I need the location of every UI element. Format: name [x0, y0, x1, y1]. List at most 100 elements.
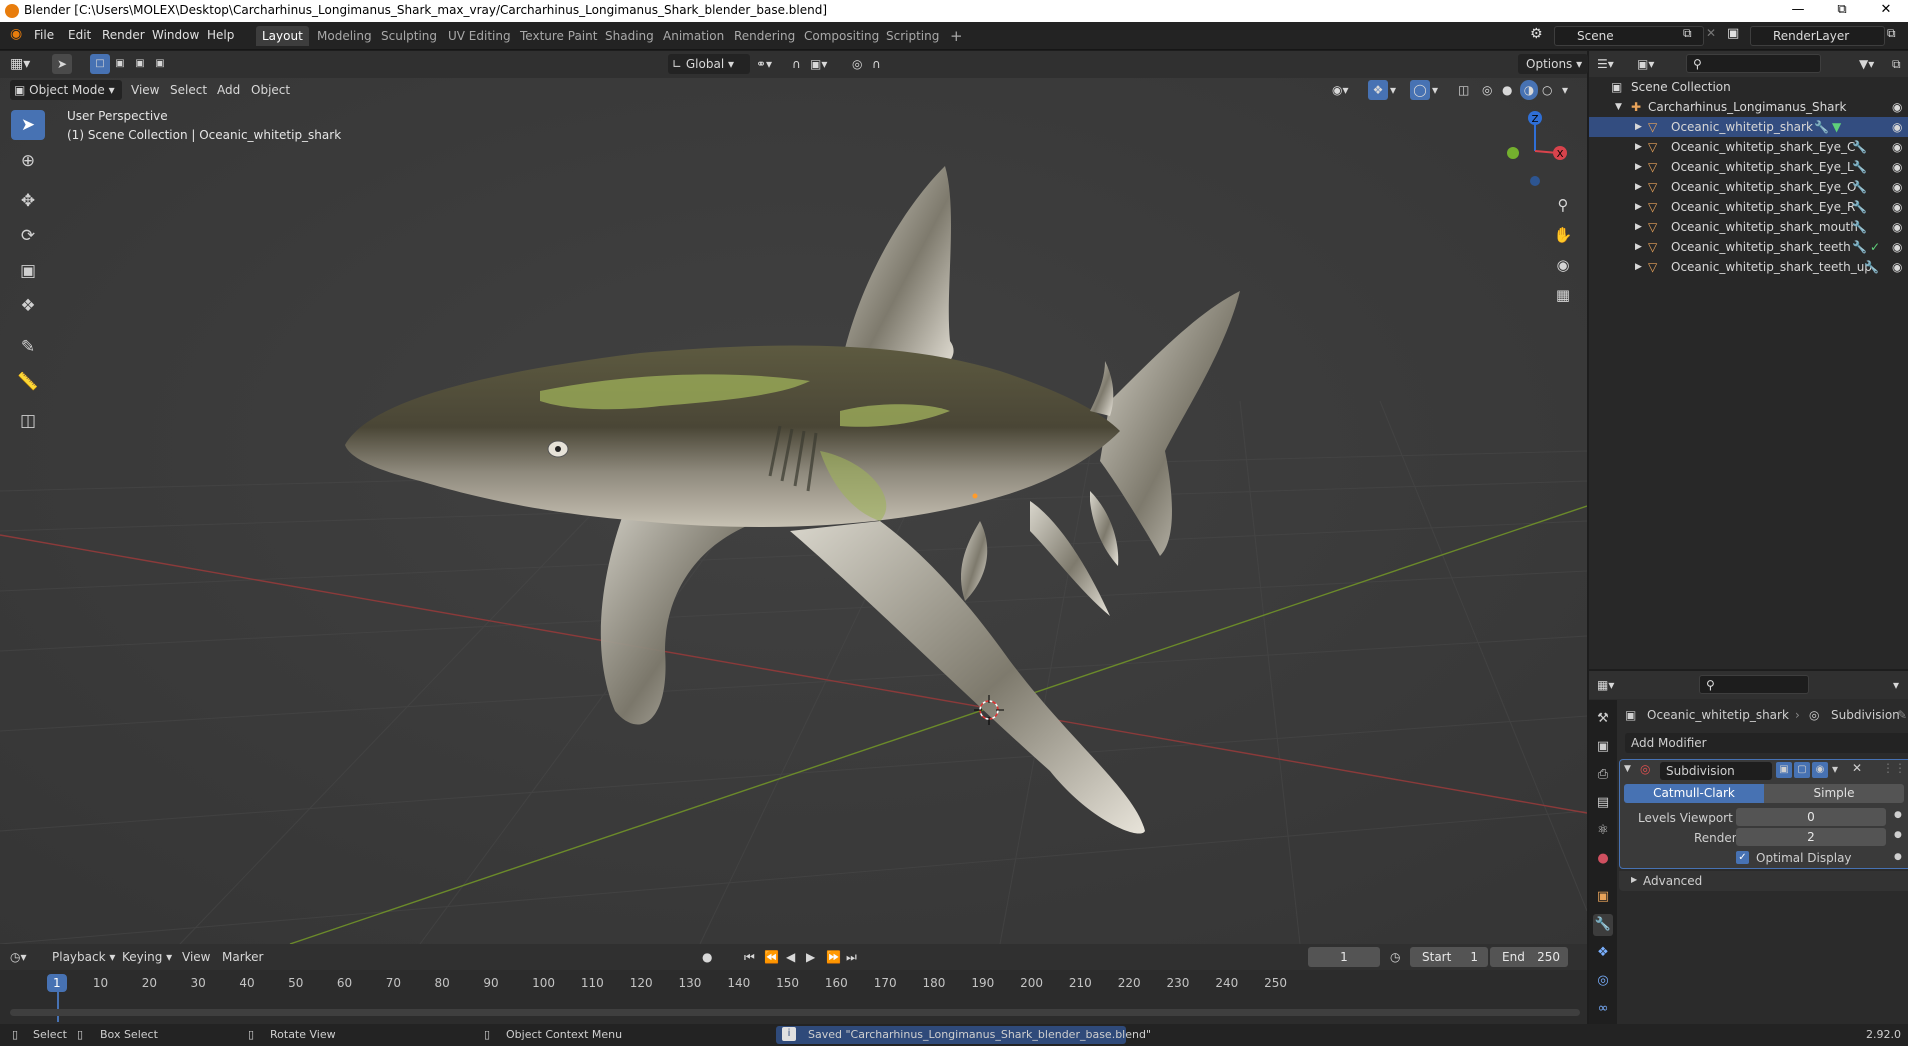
edit-mode-toggle-icon[interactable]: ▣	[1776, 762, 1792, 778]
solid-shading-icon[interactable]: ●	[1502, 80, 1512, 100]
restore-icon[interactable]: ⧉	[1820, 0, 1864, 22]
menu-window[interactable]: Window	[152, 28, 199, 42]
keyframe-dot-icon[interactable]: ●	[1894, 852, 1902, 862]
rendered-shading-icon[interactable]: ○	[1542, 80, 1552, 100]
particles-tab-icon[interactable]: ❖	[1593, 942, 1613, 964]
keyframe-dot-icon[interactable]: ●	[1894, 830, 1902, 840]
minimize-icon[interactable]: —	[1776, 0, 1820, 22]
scene-selector-icon[interactable]: ⚙	[1530, 26, 1543, 42]
3d-viewport[interactable]: User Perspective (1) Scene Collection | …	[0, 51, 1587, 944]
outliner-row-scene-collection[interactable]: ▣ Scene Collection	[1589, 77, 1908, 97]
viewport-menu-add[interactable]: Add	[217, 80, 240, 100]
menu-file[interactable]: File	[34, 28, 54, 42]
mode-dropdown[interactable]: ▣ Object Mode ▾	[10, 80, 122, 100]
timeline-marker-menu[interactable]: Marker	[222, 947, 263, 967]
modifier-wrench-icon[interactable]: 🔧	[1852, 237, 1867, 257]
simple-button[interactable]: Simple	[1764, 784, 1904, 803]
tab-layout[interactable]: Layout	[256, 26, 309, 46]
outliner-row-object[interactable]: ▶ ▽ Oceanic_whitetip_shark_teeth_up 🔧 ◉	[1589, 257, 1908, 277]
render-tab-icon[interactable]: ▣	[1593, 736, 1613, 758]
display-mode-icon[interactable]: ▣▾	[1637, 54, 1654, 74]
outliner-row-object[interactable]: ▶ ▽ Oceanic_whitetip_shark 🔧 ▼ ◉	[1589, 117, 1908, 137]
view-layer-field[interactable]: RenderLayer	[1750, 26, 1885, 46]
new-view-layer-icon[interactable]: ⧉	[1887, 26, 1896, 41]
outliner-editor-type-icon[interactable]: ☰▾	[1597, 54, 1614, 74]
menu-help[interactable]: Help	[207, 28, 234, 42]
tab-uv-editing[interactable]: UV Editing	[442, 26, 517, 46]
world-tab-icon[interactable]: ●	[1593, 848, 1613, 870]
pivot-point-icon[interactable]: ⚭▾	[756, 54, 772, 74]
gizmo-toggle-icon[interactable]: ❖	[1368, 80, 1388, 100]
material-preview-icon[interactable]: ◑	[1520, 80, 1538, 100]
menu-render[interactable]: Render	[102, 28, 145, 42]
gizmo-dropdown-icon[interactable]: ▾	[1390, 80, 1396, 100]
current-frame-field[interactable]: 1	[1308, 947, 1380, 967]
timeline-scrollbar[interactable]	[10, 1009, 1580, 1016]
start-frame-field[interactable]: Start 1	[1410, 947, 1488, 967]
prev-keyframe-icon[interactable]: ⏪	[764, 947, 779, 967]
visibility-eye-icon[interactable]: ◉	[1892, 217, 1902, 237]
visibility-eye-icon[interactable]: ◉	[1892, 157, 1902, 177]
properties-editor-type-icon[interactable]: ▦▾	[1597, 675, 1614, 695]
expand-arrow-icon[interactable]: ▶	[1635, 217, 1642, 237]
viewport-menu-select[interactable]: Select	[170, 80, 207, 100]
shark-model[interactable]	[0, 51, 1587, 944]
auto-keying-icon[interactable]: ●	[702, 947, 712, 967]
visibility-eye-icon[interactable]: ◉	[1892, 177, 1902, 197]
add-cube-tool-icon[interactable]: ◫	[11, 406, 45, 436]
wireframe-shading-icon[interactable]: ◎	[1482, 80, 1492, 100]
tab-shading[interactable]: Shading	[599, 26, 660, 46]
select-tool-icon[interactable]: ➤	[52, 54, 72, 74]
pin-icon[interactable]: ✎	[1897, 708, 1907, 722]
timeline-view-menu[interactable]: View	[182, 947, 210, 967]
visibility-eye-icon[interactable]: ◉	[1892, 197, 1902, 217]
render-levels-field[interactable]: 2	[1736, 828, 1886, 846]
modifier-wrench-icon[interactable]: 🔧	[1864, 257, 1879, 277]
modifier-name-field[interactable]: Subdivision	[1660, 762, 1772, 780]
modifier-menu-icon[interactable]: ▾	[1832, 762, 1838, 776]
jump-end-icon[interactable]: ⏭	[846, 947, 857, 967]
catmull-clark-button[interactable]: Catmull-Clark	[1624, 784, 1764, 803]
next-keyframe-icon[interactable]: ⏩	[826, 947, 841, 967]
expand-arrow-icon[interactable]: ▶	[1635, 157, 1642, 177]
modifier-wrench-icon[interactable]: 🔧	[1852, 197, 1867, 217]
blender-menu-icon[interactable]: ◉	[10, 26, 22, 42]
end-frame-field[interactable]: End 250	[1490, 947, 1568, 967]
expand-arrow-icon[interactable]: ▶	[1635, 197, 1642, 217]
timeline-editor-type-icon[interactable]: ◷▾	[10, 947, 27, 967]
optimal-display-checkbox[interactable]: ✓	[1736, 851, 1749, 864]
cursor-tool-icon[interactable]: ⊕	[11, 146, 45, 176]
move-tool-icon[interactable]: ✥	[11, 186, 45, 216]
pan-hand-icon[interactable]: ✋	[1551, 223, 1575, 247]
select-mode-intersect-icon[interactable]: ▣	[150, 54, 170, 74]
stopwatch-icon[interactable]: ◷	[1390, 947, 1400, 967]
remove-modifier-icon[interactable]: ✕	[1852, 761, 1862, 775]
expand-arrow-icon[interactable]: ▶	[1635, 137, 1642, 157]
viewport-menu-view[interactable]: View	[131, 80, 159, 100]
outliner-search-input[interactable]: ⚲	[1686, 54, 1821, 73]
modifier-tab-icon[interactable]: 🔧	[1593, 914, 1613, 936]
tab-rendering[interactable]: Rendering	[728, 26, 801, 46]
output-tab-icon[interactable]: ⎙	[1593, 764, 1613, 786]
drag-handle-icon[interactable]: ⋮⋮	[1882, 761, 1906, 775]
visibility-eye-icon[interactable]: ◉	[1892, 257, 1902, 277]
options-dropdown[interactable]: Options ▾	[1518, 54, 1588, 74]
measure-tool-icon[interactable]: 📏	[11, 367, 45, 397]
levels-viewport-field[interactable]: 0	[1736, 808, 1886, 826]
physics-tab-icon[interactable]: ◎	[1593, 970, 1613, 992]
tab-scripting[interactable]: Scripting	[880, 26, 945, 46]
expand-arrow-icon[interactable]: ▶	[1635, 177, 1642, 197]
modifier-wrench-icon[interactable]: 🔧	[1852, 137, 1867, 157]
outliner-row-object[interactable]: ▶ ▽ Oceanic_whitetip_shark_Eye_C 🔧 ◉	[1589, 137, 1908, 157]
select-mode-subtract-icon[interactable]: ▣	[130, 54, 150, 74]
scene-name-field[interactable]: Scene	[1554, 26, 1704, 46]
play-icon[interactable]: ▶	[806, 947, 815, 967]
expand-arrow-icon[interactable]: ▶	[1635, 257, 1642, 277]
play-reverse-icon[interactable]: ◀	[786, 947, 795, 967]
snap-target-icon[interactable]: ▣▾	[810, 54, 827, 74]
scene-tab-icon[interactable]: ⚛	[1593, 820, 1613, 842]
visibility-eye-icon[interactable]: ◉	[1892, 117, 1902, 137]
jump-start-icon[interactable]: ⏮	[744, 947, 755, 967]
render-toggle-icon[interactable]: ◉	[1812, 762, 1828, 778]
proportional-edit-icon[interactable]: ◎	[852, 54, 862, 74]
